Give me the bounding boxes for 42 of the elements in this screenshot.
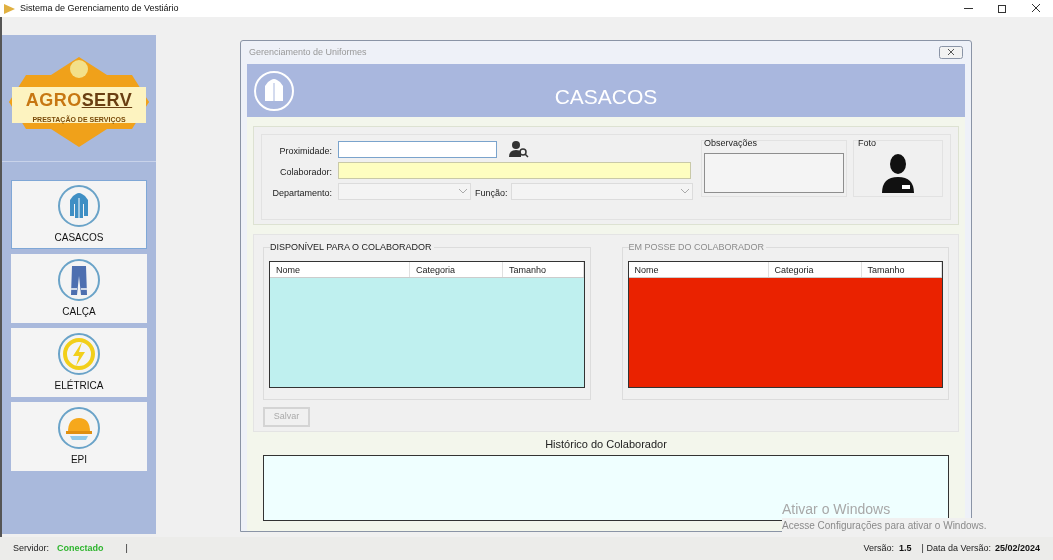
helmet-icon xyxy=(57,406,101,450)
field-label: Função: xyxy=(475,188,508,198)
date-label: | Data da Versão: xyxy=(921,541,991,555)
group-title: Observações xyxy=(704,137,759,150)
list-view[interactable]: Nome Categoria Tamanho xyxy=(269,261,585,388)
close-icon[interactable] xyxy=(939,46,963,59)
app-icon xyxy=(3,2,17,15)
user-search-icon[interactable] xyxy=(509,140,529,158)
sidebar-item[interactable]: CALÇA xyxy=(11,254,147,323)
group-title: Foto xyxy=(858,137,877,150)
server-status: Conectado xyxy=(57,541,104,555)
person-icon xyxy=(881,152,915,193)
section-title: CASACOS xyxy=(554,83,658,110)
notes-field[interactable] xyxy=(704,152,844,193)
jacket-icon xyxy=(57,184,101,228)
history-title: Histórico do Colaborador xyxy=(545,437,667,452)
sidebar-item[interactable]: ELÉTRICA xyxy=(11,328,147,397)
lightning-icon xyxy=(57,332,101,376)
activation-title: Ativar o Windows xyxy=(782,500,892,518)
field-label: Departamento: xyxy=(272,188,332,198)
window-title: Sistema de Gerenciamento de Vestiário xyxy=(20,1,179,15)
version-label: Versão: xyxy=(863,541,895,555)
separator: | xyxy=(125,541,128,555)
column-header[interactable]: Nome xyxy=(270,262,410,277)
version-date: 25/02/2024 xyxy=(994,541,1040,555)
activation-text: Acesse Configurações para ativar o Windows. xyxy=(782,518,987,533)
column-header[interactable]: Categoria xyxy=(410,262,503,277)
field-label: Proximidade: xyxy=(279,146,332,156)
sidebar-item[interactable]: EPI xyxy=(11,402,147,471)
field-label: Colaborador: xyxy=(279,167,332,177)
version: 1.5 xyxy=(899,541,912,555)
proximity-field[interactable] xyxy=(338,140,497,158)
jacket-icon xyxy=(253,70,295,112)
pants-icon xyxy=(57,258,101,302)
chevron-down-icon xyxy=(459,188,467,194)
chevron-down-icon xyxy=(680,188,689,194)
collaborator-field[interactable] xyxy=(338,161,691,179)
column-header[interactable]: Tamanho xyxy=(503,262,584,277)
server-label: Servidor: xyxy=(13,541,49,555)
sidebar-item[interactable]: CASACOS xyxy=(11,180,147,249)
child-window-title: Gerenciamento de Uniformes xyxy=(249,45,367,59)
logo-text: AGROSERV xyxy=(25,89,133,110)
